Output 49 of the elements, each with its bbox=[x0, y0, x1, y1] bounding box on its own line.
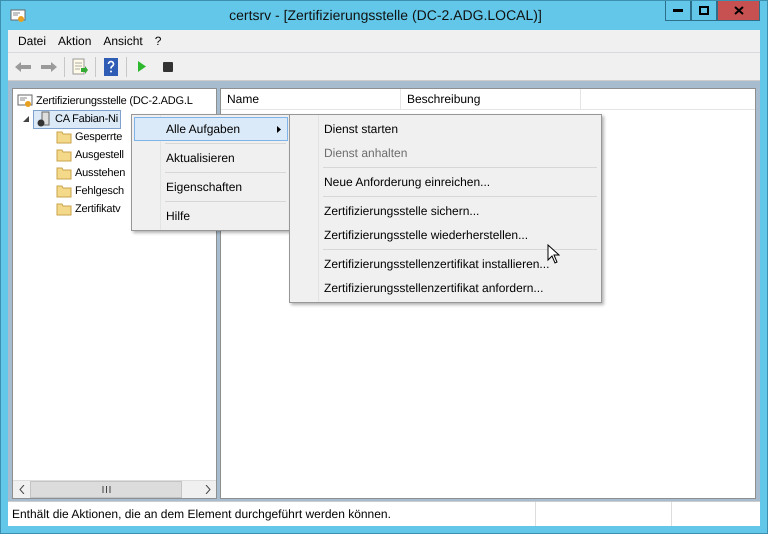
context-menu-item[interactable]: Eigenschaften bbox=[134, 175, 288, 199]
folder-icon bbox=[56, 202, 72, 216]
mouse-cursor-icon bbox=[547, 244, 560, 264]
menu-item[interactable]: Datei bbox=[12, 34, 52, 48]
context-menu-item[interactable]: Aktualisieren bbox=[134, 146, 288, 170]
back-arrow-icon bbox=[14, 60, 32, 72]
tree-item[interactable]: Fehlgesch bbox=[53, 182, 127, 200]
submenu-item[interactable]: Dienst starten bbox=[292, 117, 599, 141]
stop-icon bbox=[163, 62, 173, 72]
minimize-button[interactable] bbox=[665, 1, 691, 21]
scroll-thumb-grip-icon[interactable] bbox=[102, 486, 110, 493]
close-icon bbox=[734, 6, 744, 15]
context-menu-item[interactable]: Alle Aufgaben bbox=[134, 117, 288, 141]
forward-arrow-icon bbox=[40, 60, 58, 72]
close-button[interactable] bbox=[717, 1, 760, 21]
certificate-icon bbox=[10, 8, 26, 24]
window-title: certsrv - [Zertifizierungsstelle (DC-2.ADG.LOCAL)] bbox=[228, 7, 543, 23]
server-icon bbox=[36, 111, 52, 127]
menu-item[interactable]: ? bbox=[148, 34, 168, 48]
tree-item[interactable]: Ausstehen bbox=[53, 164, 128, 182]
tree-item[interactable]: Gesperrte bbox=[53, 128, 126, 146]
help-icon bbox=[104, 58, 118, 76]
folder-icon bbox=[56, 148, 72, 162]
maximize-icon bbox=[699, 6, 709, 15]
tree-item[interactable]: Zertifizierungsstelle (DC-2.ADG.L bbox=[14, 92, 196, 110]
submenu-item[interactable]: Zertifizierungsstellenzertifikat anfordern... bbox=[292, 276, 599, 300]
scroll-right-icon[interactable] bbox=[204, 485, 210, 494]
document-arrow-icon bbox=[71, 58, 89, 76]
context-menu-item[interactable]: Hilfe bbox=[134, 204, 288, 228]
horizontal-scrollbar[interactable] bbox=[13, 480, 216, 498]
menu-item[interactable]: Aktion bbox=[52, 34, 98, 48]
folder-icon bbox=[56, 166, 72, 180]
expand-arrow-icon[interactable] bbox=[21, 114, 31, 124]
minimize-icon bbox=[673, 9, 683, 12]
column-header[interactable]: Beschreibung bbox=[401, 89, 581, 109]
play-icon bbox=[138, 61, 146, 72]
scroll-left-icon[interactable] bbox=[18, 485, 24, 494]
submenu-item[interactable]: Zertifizierungsstelle wiederherstellen... bbox=[292, 223, 599, 247]
tree-item[interactable]: Ausgestell bbox=[53, 146, 127, 164]
tree-item[interactable]: CA Fabian-Ni bbox=[33, 110, 122, 128]
submenu-item[interactable]: Neue Anforderung einreichen... bbox=[292, 170, 599, 194]
submenu-item[interactable]: Zertifizierungsstellenzertifikat installieren... bbox=[292, 252, 599, 276]
tree-item[interactable]: Zertifikatv bbox=[53, 200, 124, 218]
menu-item[interactable]: Ansicht bbox=[97, 34, 149, 48]
status-text: Enthält die Aktionen, die an dem Element durchgeführt werden können. bbox=[11, 507, 392, 521]
folder-icon bbox=[56, 184, 72, 198]
submenu-item[interactable]: Zertifizierungsstelle sichern... bbox=[292, 199, 599, 223]
column-header[interactable]: Name bbox=[221, 89, 401, 109]
certificate-icon bbox=[17, 93, 33, 109]
